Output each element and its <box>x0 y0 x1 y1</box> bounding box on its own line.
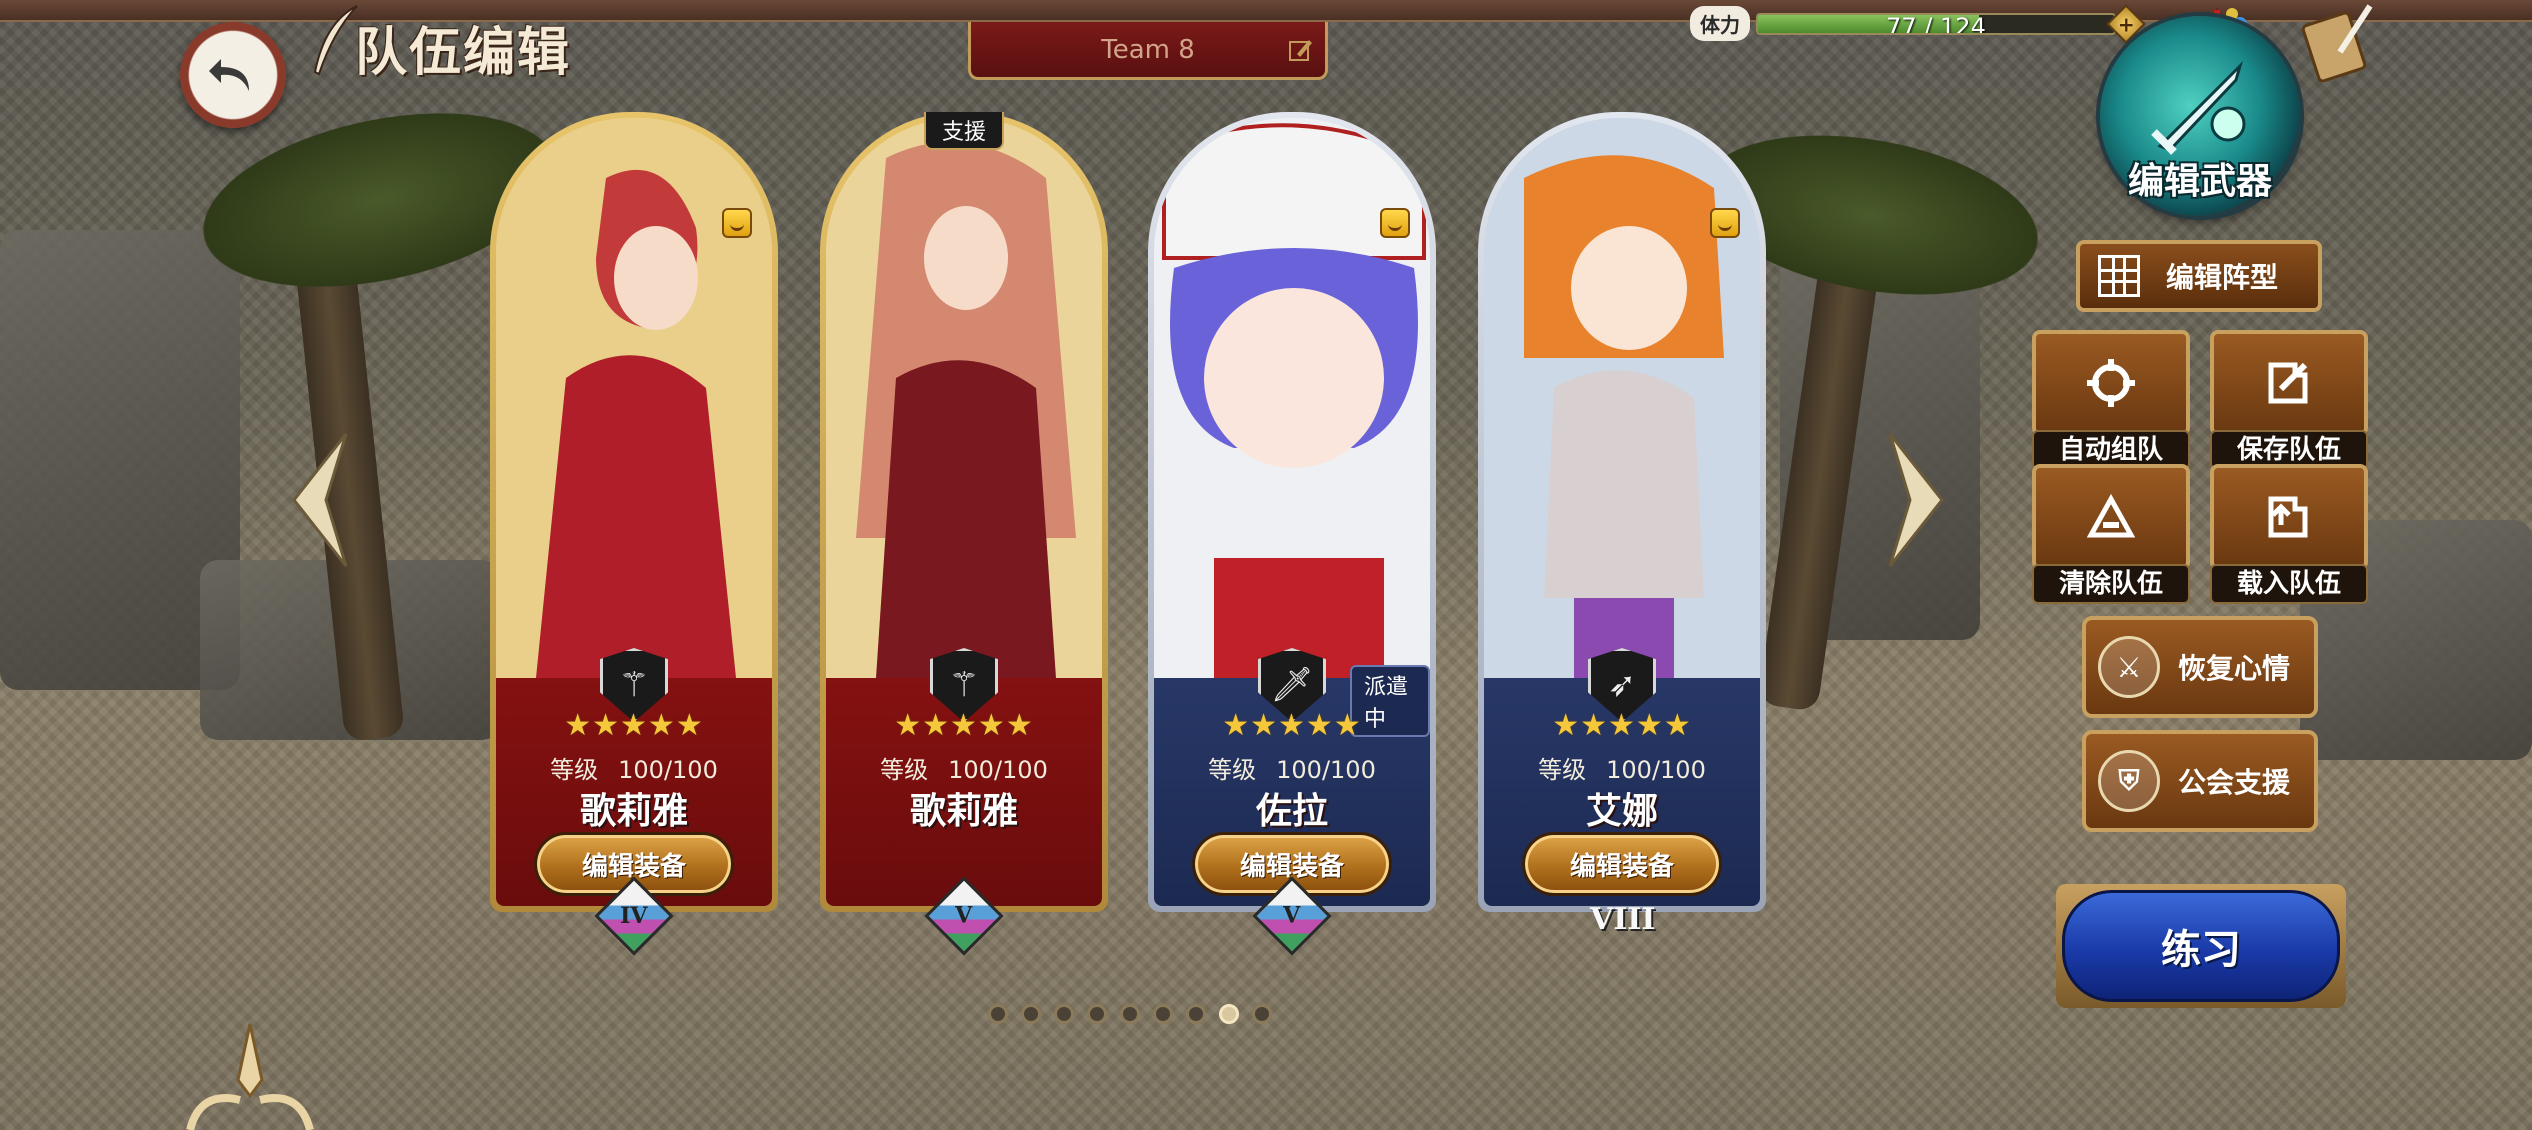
character-card-4[interactable]: ➶ ★★★★★ 等级 100/100 艾娜 编辑装备 <box>1478 112 1766 912</box>
stamina-value: 77 / 124 <box>1886 12 1986 35</box>
page-dot[interactable] <box>988 1004 1008 1024</box>
gear-refresh-icon <box>2087 359 2135 407</box>
page-dot[interactable] <box>1087 1004 1107 1024</box>
character-portrait <box>1154 118 1430 678</box>
edit-formation-label: 编辑阵型 <box>2166 261 2279 294</box>
character-name: 歌莉雅 <box>909 791 1018 832</box>
happy-mood-icon <box>1380 208 1410 238</box>
level-label: 等级 <box>1208 756 1257 784</box>
level-value: 100/100 <box>618 756 718 784</box>
rank-label: V <box>1283 902 1301 929</box>
level-label: 等级 <box>1538 756 1587 784</box>
notebook-icon[interactable] <box>2300 2 2380 82</box>
happy-mood-icon <box>1710 208 1740 238</box>
level-row: 等级 100/100 <box>826 750 1102 785</box>
sword-icon <box>2151 60 2246 155</box>
character-portrait <box>826 118 1102 678</box>
plus-icon: + <box>2117 11 2135 36</box>
level-value: 100/100 <box>948 756 1048 784</box>
next-team-arrow[interactable] <box>1880 430 1950 570</box>
save-arrow-icon <box>2268 362 2308 404</box>
restore-mood-button[interactable]: ⚔ 恢复心情 <box>2082 616 2318 718</box>
page-dot[interactable] <box>1153 1004 1173 1024</box>
character-name: 艾娜 <box>1585 791 1658 832</box>
edit-formation-button[interactable]: 编辑阵型 <box>2076 240 2322 312</box>
support-tag: 支援 <box>923 112 1005 150</box>
crossed-swords-icon: ⚔ <box>2098 636 2160 698</box>
edit-pencil-icon[interactable] <box>1287 36 1315 64</box>
load-team-button[interactable]: 载入队伍 <box>2210 464 2368 614</box>
page-dot[interactable] <box>1219 1004 1239 1024</box>
happy-mood-icon <box>722 208 752 238</box>
character-name: 佐拉 <box>1255 791 1328 832</box>
star-rating: ★★★★★ <box>1552 708 1692 743</box>
level-value: 100/100 <box>1276 756 1376 784</box>
prev-team-arrow[interactable] <box>286 430 356 570</box>
guild-support-label: 公会支援 <box>2178 766 2291 799</box>
rank-label: VIII <box>1590 902 1656 937</box>
shield-icon: ⛨ <box>2098 750 2160 812</box>
level-label: 等级 <box>880 756 929 784</box>
edit-weapons-label: 编辑武器 <box>2127 161 2272 202</box>
page-dot[interactable] <box>1186 1004 1206 1024</box>
page-dot[interactable] <box>1054 1004 1074 1024</box>
page-dot[interactable] <box>1252 1004 1272 1024</box>
level-row: 等级 100/100 <box>1154 750 1430 785</box>
level-row: 等级 100/100 <box>1484 750 1760 785</box>
practice-label: 练习 <box>2062 890 2340 1002</box>
back-button[interactable] <box>180 22 286 128</box>
character-card-2[interactable]: ⚚ ★★★★★ 等级 100/100 歌莉雅 支援 <box>820 112 1108 912</box>
auto-team-button[interactable]: 自动组队 <box>2032 330 2190 480</box>
page-dot[interactable] <box>1021 1004 1041 1024</box>
level-row: 等级 100/100 <box>496 750 772 785</box>
fleur-ornament-icon <box>186 1023 314 1130</box>
practice-button[interactable]: 练习 <box>2056 884 2346 1008</box>
stamina-label: 体力 <box>1690 6 1750 41</box>
restore-mood-label: 恢复心情 <box>2178 652 2291 685</box>
guild-support-button[interactable]: ⛨ 公会支援 <box>2082 730 2318 832</box>
clear-team-label: 清除队伍 <box>2032 564 2190 604</box>
page-title: 队伍编辑 <box>355 23 572 83</box>
stamina-bar: 77 / 124 <box>1756 12 2116 35</box>
character-name: 歌莉雅 <box>579 791 688 832</box>
star-rating: ★★★★★ <box>564 708 704 743</box>
character-portrait <box>1484 118 1760 678</box>
star-rating: ★★★★★ <box>1222 708 1362 743</box>
stamina-meter: 体力 77 / 124 + <box>1690 3 2146 44</box>
clear-team-button[interactable]: 清除队伍 <box>2032 464 2190 614</box>
character-portrait <box>496 118 772 678</box>
back-arrow-icon <box>209 59 249 91</box>
load-team-label: 载入队伍 <box>2210 564 2368 604</box>
team-name-field[interactable]: Team 8 <box>968 22 1328 80</box>
save-team-button[interactable]: 保存队伍 <box>2210 330 2368 480</box>
character-card-3[interactable]: 🗡 派遣中 ★★★★★ 等级 100/100 佐拉 编辑装备 <box>1148 112 1436 912</box>
character-card-1[interactable]: ⚚ ★★★★★ 等级 100/100 歌莉雅 编辑装备 <box>490 112 778 912</box>
rank-label: IV <box>620 903 648 929</box>
edit-equipment-button[interactable]: 编辑装备 <box>1522 832 1722 896</box>
team-name: Team 8 <box>1101 34 1195 65</box>
level-value: 100/100 <box>1606 756 1706 784</box>
page-dot[interactable] <box>1120 1004 1140 1024</box>
grid-icon <box>2098 255 2140 297</box>
team-page-indicator <box>988 1004 1272 1024</box>
rank-label: V <box>955 902 973 929</box>
edit-weapons-button[interactable]: 编辑武器 <box>2100 16 2300 216</box>
level-label: 等级 <box>550 756 599 784</box>
clear-icon <box>2086 493 2136 538</box>
load-arrow-icon <box>2268 496 2308 538</box>
star-rating: ★★★★★ <box>894 708 1034 743</box>
